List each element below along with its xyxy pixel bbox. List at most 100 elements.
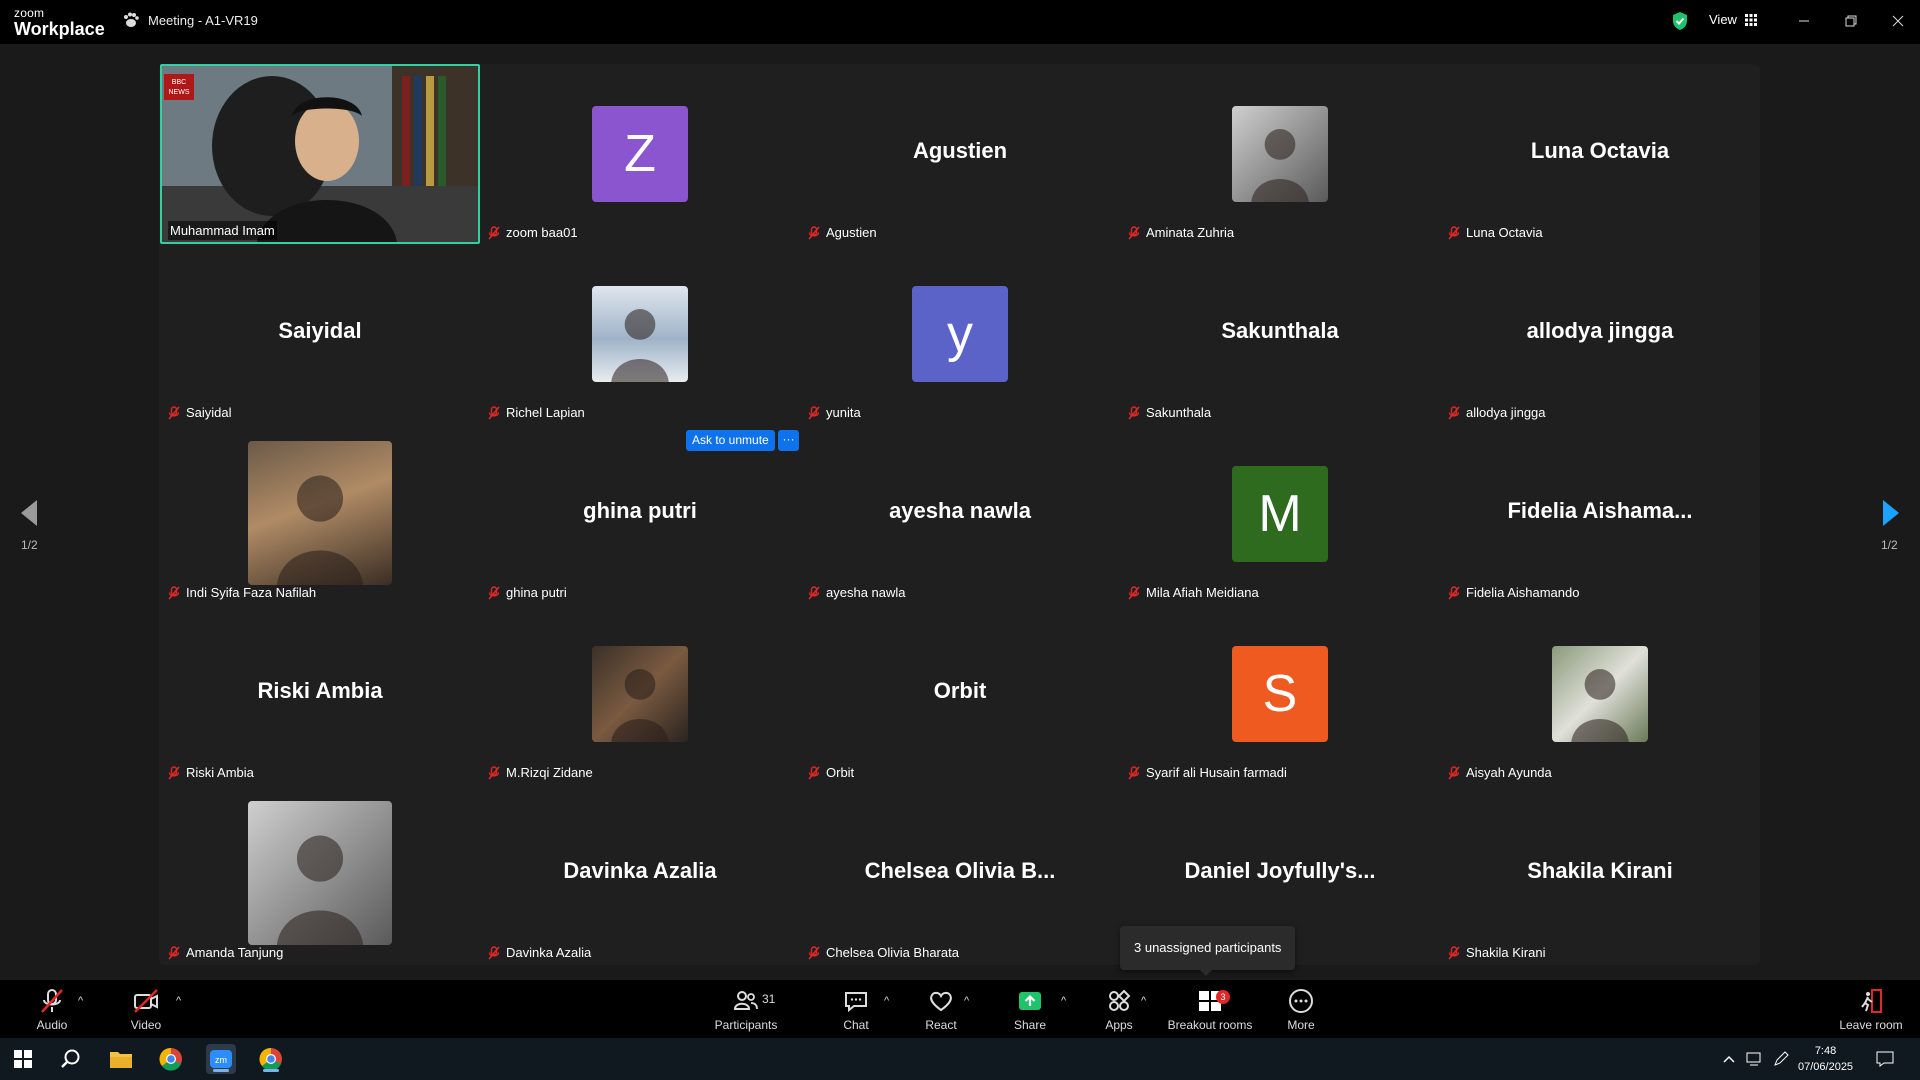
previous-page-arrow-icon[interactable] xyxy=(17,498,41,528)
leave-room-button[interactable]: Leave room xyxy=(1836,980,1906,1038)
participant-tile[interactable]: Saiyidal Saiyidal xyxy=(160,244,480,424)
video-button[interactable]: Video xyxy=(126,980,166,1038)
react-options-caret-icon[interactable]: ^ xyxy=(964,995,976,1007)
more-button[interactable]: More xyxy=(1283,980,1319,1038)
heart-icon xyxy=(930,991,952,1011)
participant-name: Davinka Azalia xyxy=(506,945,592,960)
participant-tile[interactable]: Aisyah Ayunda xyxy=(1440,604,1760,784)
participant-display-name: Sakunthala xyxy=(1221,318,1339,343)
apps-options-caret-icon[interactable]: ^ xyxy=(1141,995,1153,1007)
participant-tile[interactable]: M Mila Afiah Meidiana xyxy=(1120,424,1440,604)
paw-icon xyxy=(124,12,139,27)
participant-name-label: Syarif ali Husain farmadi xyxy=(1126,763,1289,782)
chrome-icon[interactable] xyxy=(156,1044,186,1074)
participant-tile[interactable]: Orbit Orbit xyxy=(800,604,1120,784)
search-icon[interactable] xyxy=(56,1044,86,1074)
close-icon[interactable] xyxy=(1886,10,1910,32)
audio-button[interactable]: Audio xyxy=(32,980,72,1038)
meeting-title[interactable]: Meeting - A1-VR19 xyxy=(122,12,258,28)
participant-tile[interactable]: Davinka Azalia Davinka Azalia xyxy=(480,784,800,964)
chrome-profile-icon[interactable] xyxy=(256,1044,286,1074)
participant-tile[interactable]: Shakila Kirani Shakila Kirani xyxy=(1440,784,1760,964)
participant-tile[interactable]: Indi Syifa Faza Nafilah xyxy=(160,424,480,604)
participant-tile[interactable]: Agustien Agustien xyxy=(800,64,1120,244)
notifications-icon[interactable] xyxy=(1870,1044,1900,1074)
participant-name-label: allodya jingga xyxy=(1446,403,1548,422)
breakout-rooms-button[interactable]: Breakout rooms xyxy=(1166,980,1254,1038)
view-button[interactable]: View xyxy=(1709,12,1757,27)
participant-tile[interactable]: Luna Octavia Luna Octavia xyxy=(1440,64,1760,244)
participant-name-label: Fidelia Aishamando xyxy=(1446,583,1581,602)
system-clock[interactable]: 7:48 07/06/2025 xyxy=(1798,1043,1853,1075)
participant-name-label: Saiyidal xyxy=(166,403,234,422)
page-indicator-left: 1/2 xyxy=(21,538,38,552)
encryption-shield-icon[interactable] xyxy=(1671,11,1689,31)
participant-tile[interactable]: allodya jingga allodya jingga xyxy=(1440,244,1760,424)
profile-silhouette xyxy=(611,669,669,742)
breakout-rooms-label: Breakout rooms xyxy=(1167,1017,1253,1032)
participant-tile[interactable]: Riski Ambia Riski Ambia xyxy=(160,604,480,784)
participant-avatar-letter: M xyxy=(1232,466,1328,562)
participant-tile[interactable]: Chelsea Olivia B... Chelsea Olivia Bharat… xyxy=(800,784,1120,964)
muted-mic-icon xyxy=(808,585,820,600)
participants-count: 31 xyxy=(762,992,776,1006)
participant-display-name: Shakila Kirani xyxy=(1527,858,1673,883)
video-label: Video xyxy=(130,1017,162,1032)
ask-to-unmute-button[interactable]: Ask to unmute xyxy=(686,430,775,451)
participant-display-name: ghina putri xyxy=(583,498,697,523)
video-options-caret-icon[interactable]: ^ xyxy=(176,995,188,1007)
participant-tile[interactable]: S Syarif ali Husain farmadi xyxy=(1120,604,1440,784)
participant-name-label: M.Rizqi Zidane xyxy=(486,763,595,782)
participant-name: Syarif ali Husain farmadi xyxy=(1146,765,1287,780)
participant-tile[interactable]: BBC NEWS Muhammad Imam xyxy=(160,64,480,244)
participant-name: ghina putri xyxy=(506,585,567,600)
participant-display-name: Agustien xyxy=(912,138,1008,163)
react-label: React xyxy=(925,1017,957,1032)
participant-name-label: Davinka Azalia xyxy=(486,943,593,962)
participant-profile-photo xyxy=(248,441,392,585)
chat-button[interactable]: Chat xyxy=(838,980,874,1038)
participant-name-label: Shakila Kirani xyxy=(1446,943,1548,962)
participant-tile[interactable]: M.Rizqi Zidane xyxy=(480,604,800,784)
muted-mic-icon xyxy=(488,765,500,780)
chat-options-caret-icon[interactable]: ^ xyxy=(884,995,896,1007)
participant-profile-photo xyxy=(592,646,688,742)
participant-tile[interactable]: Aminata Zuhria xyxy=(1120,64,1440,244)
participant-video: BBC NEWS xyxy=(162,66,478,242)
audio-options-caret-icon[interactable]: ^ xyxy=(78,995,90,1007)
react-button[interactable]: React xyxy=(922,980,960,1038)
logo-line-1: zoom xyxy=(14,6,45,20)
participant-name: zoom baa01 xyxy=(506,225,578,240)
participant-tile[interactable]: Amanda Tanjung xyxy=(160,784,480,964)
muted-mic-icon xyxy=(168,765,180,780)
apps-button[interactable]: Apps xyxy=(1100,980,1138,1038)
participant-tile[interactable]: y yunita xyxy=(800,244,1120,424)
participant-name-label: Indi Syifa Faza Nafilah xyxy=(166,583,318,602)
participant-tile[interactable]: ghina putri ghina putri xyxy=(480,424,800,604)
next-page-arrow-icon[interactable] xyxy=(1879,498,1903,528)
minimize-icon[interactable] xyxy=(1792,10,1816,32)
participants-button[interactable]: Participants xyxy=(714,980,778,1038)
participant-tile[interactable]: Richel Lapian xyxy=(480,244,800,424)
file-explorer-icon[interactable] xyxy=(106,1044,136,1074)
participant-name-label: Amanda Tanjung xyxy=(166,943,285,962)
participant-tile[interactable]: ayesha nawla ayesha nawla xyxy=(800,424,1120,604)
chat-icon xyxy=(845,991,867,1012)
share-button[interactable]: Share xyxy=(1011,980,1049,1038)
muted-mic-icon xyxy=(808,225,820,240)
share-screen-icon xyxy=(1019,991,1041,1010)
zoom-taskbar-icon[interactable]: zm xyxy=(206,1044,236,1074)
participant-tile[interactable]: Fidelia Aishama... Fidelia Aishamando xyxy=(1440,424,1760,604)
video-gallery: BBC NEWS Muhammad Imam Zzoom baa01 Agustien A… xyxy=(159,64,1760,965)
pen-icon[interactable] xyxy=(1766,1044,1796,1074)
windows-start-icon[interactable] xyxy=(8,1044,38,1074)
tile-more-options-button[interactable]: ··· xyxy=(778,430,799,451)
muted-mic-icon xyxy=(1448,765,1460,780)
leave-room-label: Leave room xyxy=(1839,1017,1903,1032)
participant-tile[interactable]: Zzoom baa01 xyxy=(480,64,800,244)
participants-icon xyxy=(733,990,758,1010)
share-options-caret-icon[interactable]: ^ xyxy=(1061,995,1073,1007)
restore-icon[interactable] xyxy=(1839,10,1863,32)
svg-text:NEWS: NEWS xyxy=(169,89,190,96)
participant-tile[interactable]: Sakunthala Sakunthala xyxy=(1120,244,1440,424)
